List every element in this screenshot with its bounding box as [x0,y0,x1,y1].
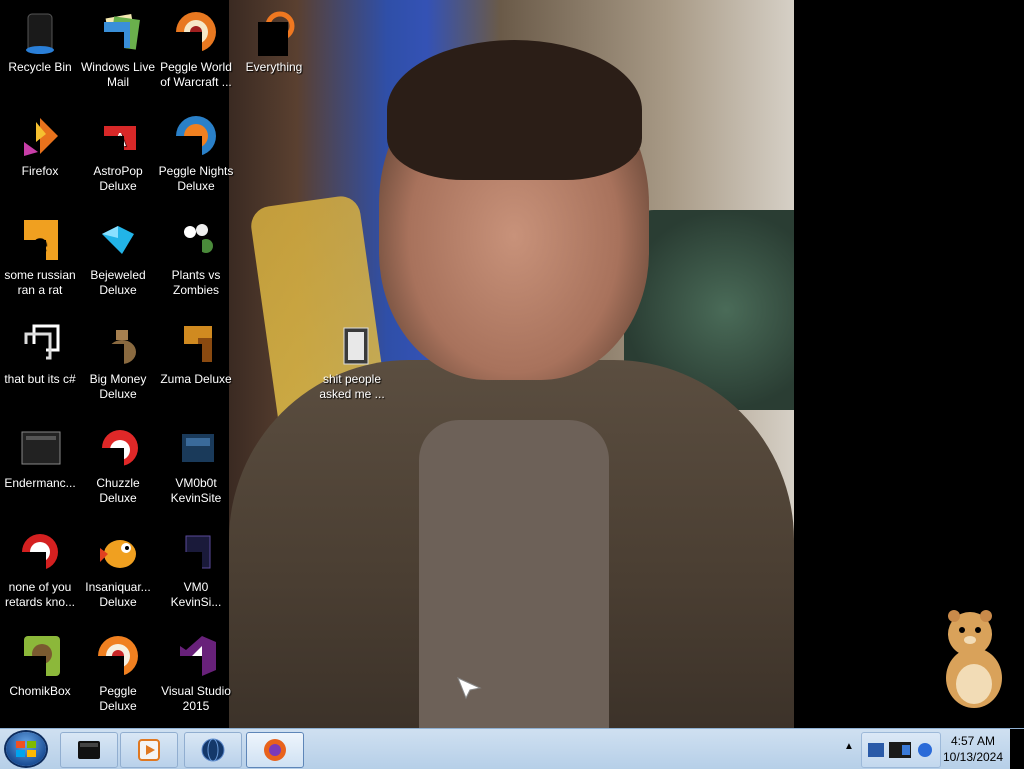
astropop-icon: A [94,112,142,160]
zuma-icon [172,320,220,368]
start-button[interactable] [6,732,46,766]
desktop-icon-windows-live-mail[interactable]: Windows Live Mail [78,0,158,90]
clock[interactable]: 4:57 AM 10/13/2024 [940,733,1006,765]
taskbar: ▲ 4:57 AM 10/13/2024 [0,728,1024,769]
hamster-icon [946,610,1002,708]
desktop-icon-astropop[interactable]: A AstroPop Deluxe [78,104,158,194]
icon-label: VM0b0t KevinSite [170,476,222,505]
recycle-bin-icon [16,8,64,56]
icon-label: Windows Live Mail [80,60,156,89]
peggle-wow-icon [172,8,220,56]
globe-icon [201,738,225,762]
desktop-icon-none-of-you[interactable]: none of you retards kno... [0,520,80,610]
visual-studio-icon [172,632,220,680]
icon-label: Recycle Bin [8,60,72,74]
desktop-icon-peggle-deluxe[interactable]: Peggle Deluxe [78,624,158,714]
desktop-icon-visual-studio[interactable]: Visual Studio 2015 [156,624,236,714]
code-file-icon: e [16,216,64,264]
taskbar-firefox-button[interactable] [246,732,304,768]
firefox-icon [16,112,64,160]
desktop-icon-firefox[interactable]: Firefox [0,104,80,179]
hamster-gadget[interactable] [936,604,1012,712]
desktop-icon-csharp[interactable]: that but its c# [0,312,80,387]
icon-label: Plants vs Zombies [171,268,221,297]
network-icon[interactable] [866,739,888,761]
icon-label: Big Money Deluxe [89,372,147,401]
media-player-icon [138,739,160,761]
icon-label: that but its c# [4,372,76,386]
desktop-icon-peggle-wow[interactable]: Peggle World of Warcraft ... [156,0,236,90]
ie-icon[interactable] [916,741,934,759]
icon-label: Bejeweled Deluxe [90,268,146,297]
icon-label: Peggle Nights Deluxe [158,164,234,193]
icon-label: Chuzzle Deluxe [96,476,140,505]
desktop-icon-endermanc[interactable]: Endermanc... [0,416,80,491]
icon-label: none of you retards kno... [4,580,76,609]
icon-label: Firefox [21,164,59,178]
icon-label: Endermanc... [4,476,76,490]
icon-label: Zuma Deluxe [160,372,232,386]
gem-icon [94,216,142,264]
desktop-icon-shit-people-asked[interactable]: shit people asked me ... [312,312,392,402]
desktop-icon-bejeweled[interactable]: Bejeweled Deluxe [78,208,158,298]
icon-label: VM0 KevinSi... [170,580,222,609]
icon-label: Peggle World of Warcraft ... [160,60,232,89]
opera-icon [16,528,64,576]
mail-icon [94,8,142,56]
search-everything-icon [250,8,298,56]
chuzzle-icon [94,424,142,472]
desktop-icon-chuzzle[interactable]: Chuzzle Deluxe [78,416,158,506]
icon-label: Everything [245,60,303,74]
desktop-icon-vm0b0t[interactable]: VM0b0t KevinSite [156,416,236,506]
desktop-icon-plants-vs-zombies[interactable]: Plants vs Zombies [156,208,236,298]
taskbar-globe-button[interactable] [184,732,242,768]
folder-icon [328,320,376,368]
terminal-icon [78,741,100,759]
peggle-icon [94,632,142,680]
mouse-cursor [457,677,482,700]
icon-label: ChomikBox [9,684,71,698]
vm-file-icon [172,528,220,576]
icon-label: shit people asked me ... [319,372,385,401]
taskbar-media-player-button[interactable] [120,732,178,768]
icon-label: AstroPop Deluxe [93,164,143,193]
icon-label: Peggle Deluxe [99,684,137,713]
money-bag-icon [94,320,142,368]
chomikbox-icon [16,632,64,680]
desktop-icon-recycle-bin[interactable]: Recycle Bin [0,0,80,75]
icon-label: Insaniquar... Deluxe [85,580,151,609]
taskbar-terminal-button[interactable] [60,732,118,768]
firefox-icon [264,739,286,761]
window-app-icon [16,424,64,472]
tray-expand-arrow[interactable]: ▲ [842,741,856,755]
peggle-nights-icon [172,112,220,160]
desktop-icon-peggle-nights[interactable]: Peggle Nights Deluxe [156,104,236,194]
clock-date: 10/13/2024 [942,750,1004,764]
windows-logo-icon [16,741,36,757]
desktop-icon-insaniquarium[interactable]: Insaniquar... Deluxe [78,520,158,610]
clock-time: 4:57 AM [950,734,996,748]
desktop-icon-everything[interactable]: Everything [234,0,314,75]
desktop-icon-zuma[interactable]: Zuma Deluxe [156,312,236,387]
fish-icon [94,528,142,576]
icon-label: some russian ran a rat [4,268,76,297]
vm-folder-icon [172,424,220,472]
desktop-icon-vm0-kevinsite[interactable]: VM0 KevinSi... [156,520,236,610]
wallpaper-person-shirt [419,420,609,728]
wallpaper-person-hair [387,40,642,180]
system-tray [861,732,941,768]
monitor-icon[interactable] [888,739,914,761]
shortcut-icon [16,320,64,368]
desktop-icon-big-money[interactable]: Big Money Deluxe [78,312,158,402]
show-desktop-button[interactable] [1010,729,1024,769]
desktop-icon-chomikbox[interactable]: ChomikBox [0,624,80,699]
desktop-icon-russian-rat[interactable]: e some russian ran a rat [0,208,80,298]
flower-icon [172,216,220,264]
icon-label: Visual Studio 2015 [161,684,231,713]
